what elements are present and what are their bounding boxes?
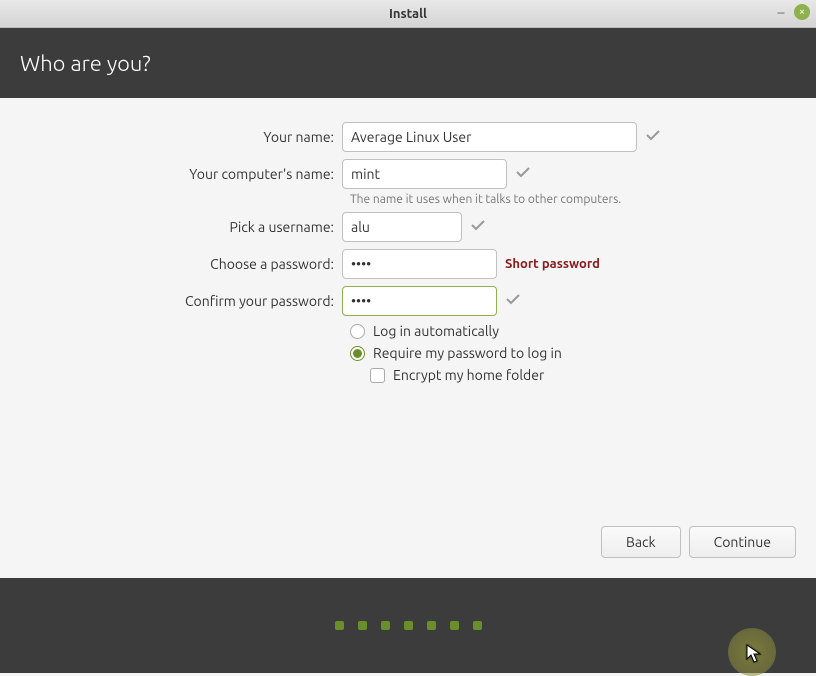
require-pwd-label: Require my password to log in [373,345,562,361]
encrypt-label: Encrypt my home folder [393,367,544,383]
name-label: Your name: [20,129,342,145]
auto-login-label: Log in automatically [373,323,499,339]
pwd2-input[interactable] [342,286,497,316]
encrypt-checkbox[interactable]: Encrypt my home folder [370,367,796,383]
name-input[interactable] [342,122,637,152]
require-pwd-radio[interactable]: Require my password to log in [350,345,796,361]
progress-dot [381,621,390,630]
minimize-button[interactable]: – [774,5,788,19]
pwd-input[interactable] [342,249,497,279]
progress-dot [404,621,413,630]
check-icon [505,291,521,311]
progress-dot [473,621,482,630]
check-icon [470,217,486,237]
host-label: Your computer's name: [20,166,342,182]
progress-dot [335,621,344,630]
progress-dots [0,578,816,673]
button-row: Back Continue [601,526,796,558]
progress-dot [358,621,367,630]
progress-dot [450,621,459,630]
host-hint: The name it uses when it talks to other … [350,193,796,206]
host-input[interactable] [342,159,507,189]
user-label: Pick a username: [20,219,342,235]
pwd-label: Choose a password: [20,256,342,272]
titlebar: Install – × [0,0,816,28]
pwd2-label: Confirm your password: [20,293,342,309]
encrypt-checkbox-input[interactable] [370,368,385,383]
user-input[interactable] [342,212,462,242]
back-button[interactable]: Back [601,526,681,558]
close-button[interactable]: × [794,4,810,20]
form-area: Your name: Your computer's name: The nam… [0,98,816,578]
auto-login-radio-input[interactable] [350,324,365,339]
pwd-warning: Short password [505,257,600,271]
window-title: Install [389,7,427,21]
auto-login-radio[interactable]: Log in automatically [350,323,796,339]
progress-dot [427,621,436,630]
check-icon [515,164,531,184]
window-controls: – × [774,4,810,20]
page-title: Who are you? [20,51,151,76]
continue-button[interactable]: Continue [689,526,796,558]
require-pwd-radio-input[interactable] [350,346,365,361]
check-icon [645,127,661,147]
page-header: Who are you? [0,28,816,98]
